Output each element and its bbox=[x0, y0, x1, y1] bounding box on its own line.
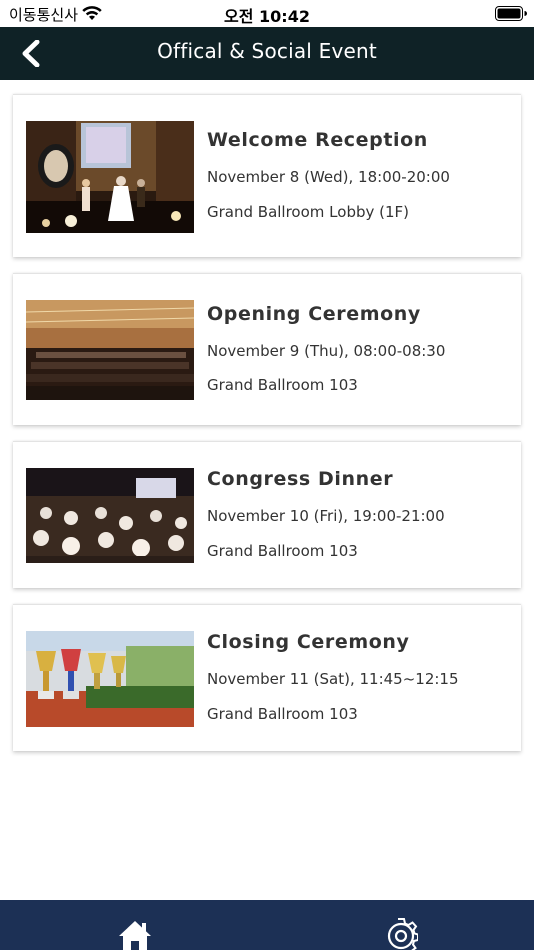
event-venue: Grand Ballroom 103 bbox=[207, 542, 358, 560]
event-title: Closing Ceremony bbox=[207, 631, 410, 653]
conference-hall-photo bbox=[26, 300, 194, 400]
gear-icon[interactable] bbox=[384, 917, 418, 950]
battery-icon bbox=[495, 6, 527, 21]
event-venue: Grand Ballroom 103 bbox=[207, 376, 358, 394]
event-date: November 8 (Wed), 18:00-20:00 bbox=[207, 168, 450, 186]
trophies-photo bbox=[26, 631, 194, 727]
event-card-welcome-reception[interactable]: Welcome Reception November 8 (Wed), 18:0… bbox=[13, 94, 521, 257]
home-icon[interactable] bbox=[118, 918, 152, 950]
reception-stage-photo bbox=[26, 121, 194, 233]
event-card-closing-ceremony[interactable]: Closing Ceremony November 11 (Sat), 11:4… bbox=[13, 604, 521, 751]
event-title: Congress Dinner bbox=[207, 468, 394, 490]
status-bar: 이동통신사 오전 10:42 bbox=[0, 0, 534, 27]
page-title: Offical & Social Event bbox=[157, 39, 377, 63]
event-card-opening-ceremony[interactable]: Opening Ceremony November 9 (Thu), 08:00… bbox=[13, 273, 521, 425]
event-venue: Grand Ballroom 103 bbox=[207, 705, 358, 723]
event-title: Opening Ceremony bbox=[207, 303, 421, 325]
banquet-hall-photo bbox=[26, 468, 194, 563]
event-venue: Grand Ballroom Lobby (1F) bbox=[207, 203, 410, 221]
tab-bar bbox=[0, 900, 534, 950]
event-date: November 10 (Fri), 19:00-21:00 bbox=[207, 507, 445, 525]
event-date: November 9 (Thu), 08:00-08:30 bbox=[207, 342, 446, 360]
status-time: 오전 10:42 bbox=[224, 7, 310, 26]
nav-bar: Offical & Social Event bbox=[0, 27, 534, 80]
event-date: November 11 (Sat), 11:45~12:15 bbox=[207, 670, 459, 688]
event-card-congress-dinner[interactable]: Congress Dinner November 10 (Fri), 19:00… bbox=[13, 441, 521, 588]
event-title: Welcome Reception bbox=[207, 129, 428, 151]
